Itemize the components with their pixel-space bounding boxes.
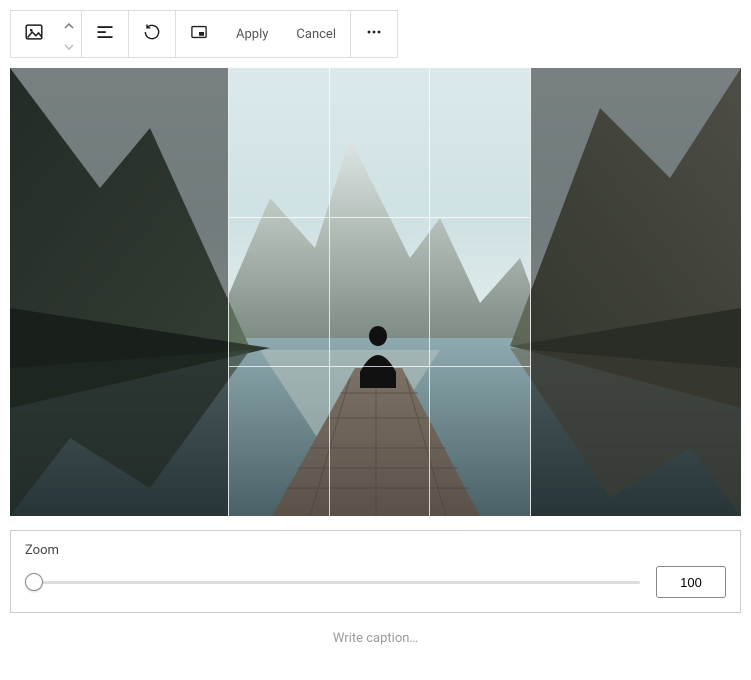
crop-dim-left — [10, 68, 229, 516]
apply-button[interactable]: Apply — [222, 11, 282, 57]
zoom-value-input[interactable] — [656, 566, 726, 598]
aspect-ratio-icon — [189, 22, 209, 46]
zoom-slider[interactable] — [25, 572, 640, 592]
rotate-button[interactable] — [129, 11, 175, 57]
more-icon — [364, 22, 384, 46]
toolbar-group-more — [351, 11, 397, 57]
crop-dim-right — [530, 68, 741, 516]
zoom-label: Zoom — [25, 543, 726, 558]
aspect-ratio-button[interactable] — [176, 11, 222, 57]
toolbar-group-crop: Apply Cancel — [176, 11, 351, 57]
image-crop-area[interactable] — [10, 68, 741, 516]
caption-input[interactable]: Write caption… — [10, 631, 741, 646]
align-button[interactable] — [82, 11, 128, 57]
chevron-up-icon — [64, 14, 74, 33]
toolbar-group-block — [11, 11, 82, 57]
chevron-down-icon — [64, 35, 74, 54]
zoom-panel: Zoom — [10, 530, 741, 613]
image-block-button[interactable] — [11, 11, 57, 57]
more-options-button[interactable] — [351, 11, 397, 57]
cancel-button[interactable]: Cancel — [282, 11, 350, 57]
align-icon — [95, 22, 115, 46]
block-toolbar: Apply Cancel — [10, 10, 398, 58]
image-icon — [23, 21, 45, 47]
rotate-icon — [142, 22, 162, 46]
toolbar-group-align — [82, 11, 129, 57]
drag-handle[interactable] — [57, 11, 81, 57]
slider-thumb[interactable] — [25, 573, 43, 591]
toolbar-group-rotate — [129, 11, 176, 57]
